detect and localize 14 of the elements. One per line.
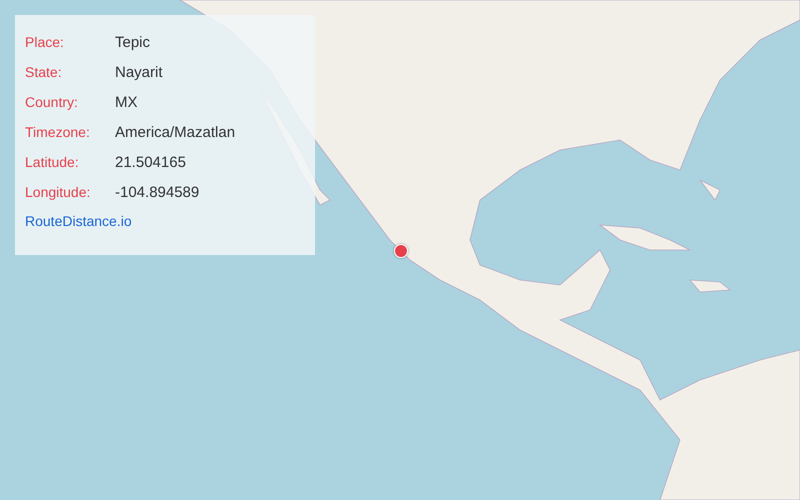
field-value: MX [115, 94, 138, 110]
website-link[interactable]: RouteDistance.io [25, 213, 132, 229]
field-value: Tepic [115, 34, 152, 50]
field-label: State: [25, 64, 63, 80]
field-label: Timezone: [25, 124, 91, 140]
field-label: Country: [25, 94, 79, 110]
field-label: Longitude: [25, 184, 92, 200]
field-value: -104.894589 [115, 184, 200, 200]
field-label: Latitude: [25, 154, 80, 170]
field-value: 21.504165 [115, 154, 187, 170]
field-label: Place: [25, 34, 65, 50]
field-value: Nayarit [115, 64, 164, 80]
field-value: America/Mazatlan [115, 124, 236, 140]
location-marker-icon [394, 244, 408, 258]
